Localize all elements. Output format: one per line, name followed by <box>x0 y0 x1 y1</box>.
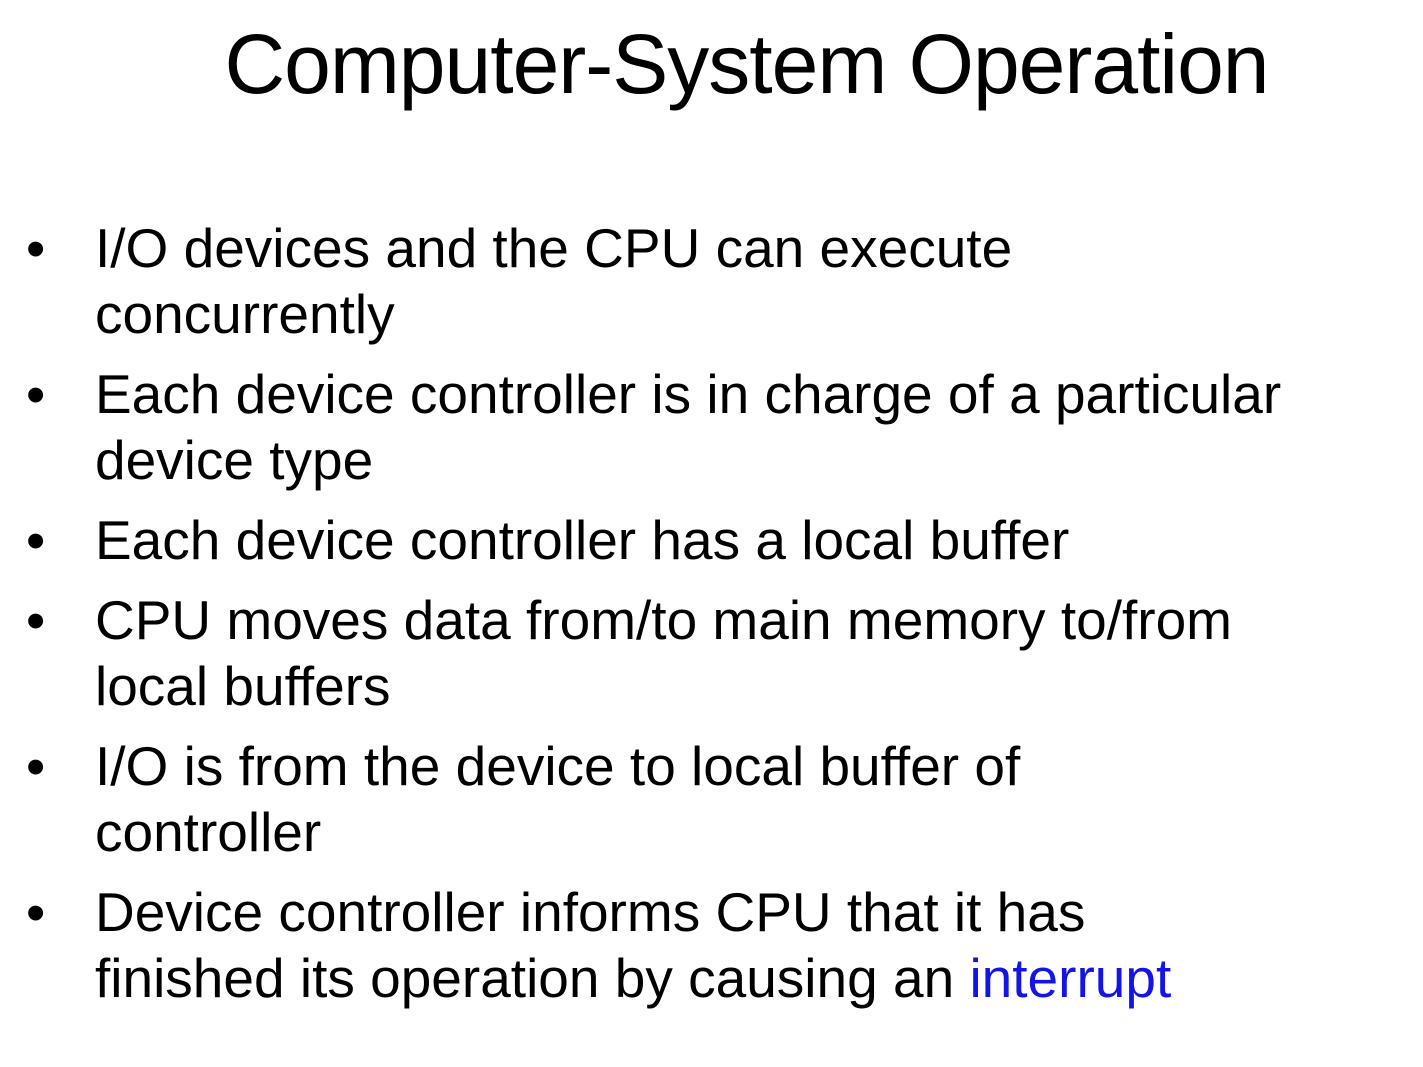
bullet-item: • Device controller informs CPU that it … <box>0 879 1423 1011</box>
bullet-text-continued: local buffers <box>95 655 391 717</box>
bullet-item: • CPU moves data from/to main memory to/… <box>0 587 1423 719</box>
bullet-text: Device controller informs CPU that it ha… <box>95 881 1086 943</box>
bullet-item: • Each device controller is in charge of… <box>0 361 1423 493</box>
bullet-text-continued: concurrently <box>95 283 395 345</box>
bullet-text-continued: device type <box>95 429 374 491</box>
bullet-item: • Each device controller has a local buf… <box>0 507 1423 573</box>
interrupt-keyword: interrupt <box>969 947 1172 1009</box>
bullet-dot-icon: • <box>26 881 46 943</box>
bullet-dot-icon: • <box>26 735 46 797</box>
slide: Computer-System Operation • I/O devices … <box>0 0 1423 1067</box>
bullet-text: I/O is from the device to local buffer o… <box>95 735 1021 797</box>
bullet-dot-icon: • <box>26 363 46 425</box>
bullet-dot-icon: • <box>26 217 46 279</box>
bullet-text-continued: finished its operation by causing an <box>95 947 970 1009</box>
bullet-text: I/O devices and the CPU can execute <box>95 217 1013 279</box>
bullet-text: Each device controller has a local buffe… <box>95 509 1070 571</box>
bullet-item: • I/O is from the device to local buffer… <box>0 733 1423 865</box>
bullet-text-continued: controller <box>95 801 322 863</box>
bullet-list: • I/O devices and the CPU can execute co… <box>0 215 1423 1025</box>
bullet-dot-icon: • <box>26 589 46 651</box>
bullet-text: CPU moves data from/to main memory to/fr… <box>95 589 1232 651</box>
slide-title: Computer-System Operation <box>224 17 1269 111</box>
bullet-text: Each device controller is in charge of a… <box>95 363 1282 425</box>
bullet-item: • I/O devices and the CPU can execute co… <box>0 215 1423 347</box>
bullet-dot-icon: • <box>26 509 46 571</box>
